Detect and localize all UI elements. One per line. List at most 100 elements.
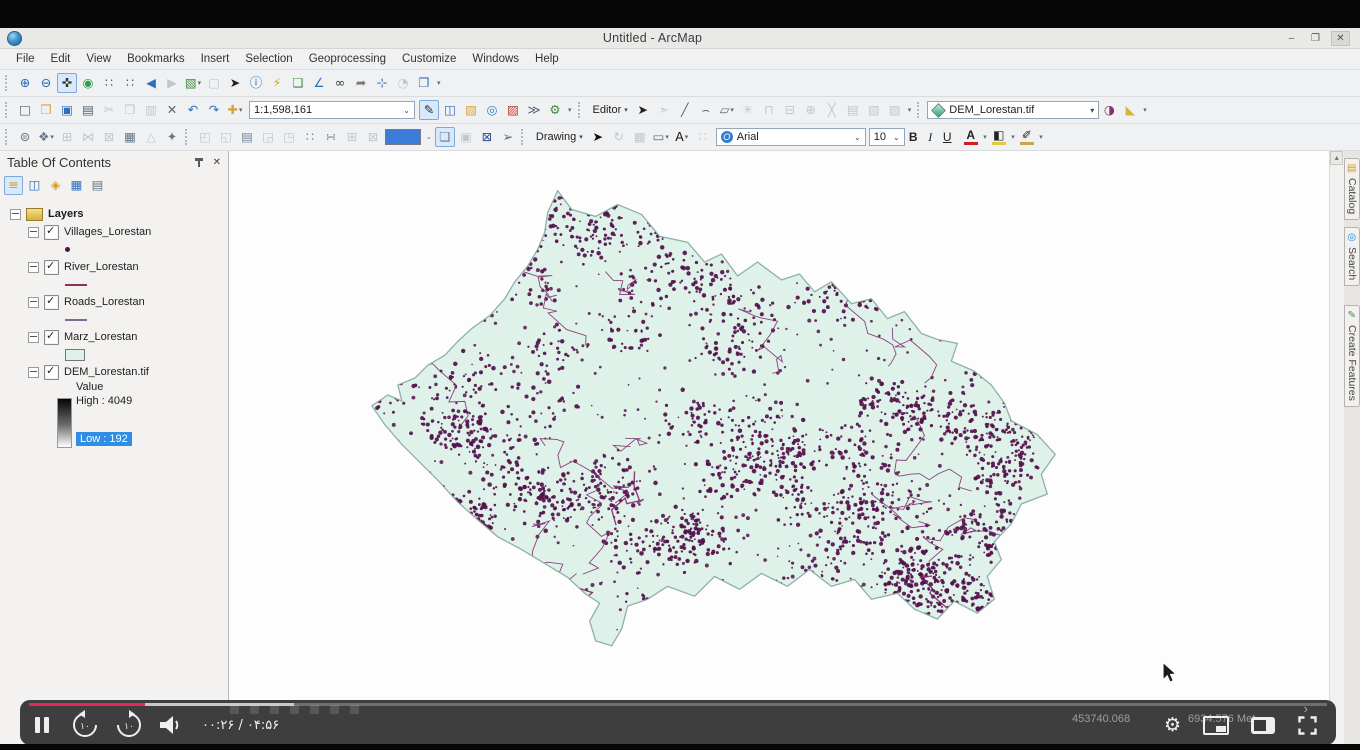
select-elements-tool[interactable]: ➤	[225, 73, 245, 93]
tab-catalog[interactable]: ▤ Catalog	[1344, 158, 1360, 220]
scroll-up-icon[interactable]: ▲	[1330, 151, 1343, 165]
clip-tool-icon[interactable]: ⊠	[99, 127, 119, 147]
join-tool-icon[interactable]: ⋈	[78, 127, 98, 147]
underline-button[interactable]: U	[939, 128, 956, 146]
split-tool[interactable]: ╳	[822, 100, 842, 120]
expander-icon[interactable]	[28, 367, 39, 378]
clear-selection-tool[interactable]: ▢	[204, 73, 224, 93]
volume-button[interactable]	[158, 714, 184, 736]
toolbar-grip[interactable]	[917, 102, 923, 118]
italic-button[interactable]: I	[922, 128, 939, 146]
font-combobox[interactable]: O Arial ⌄	[716, 128, 866, 146]
rotate-tool[interactable]: ⊕	[801, 100, 821, 120]
point-symbol[interactable]	[65, 247, 70, 252]
next-extent-tool[interactable]: ▶	[162, 73, 182, 93]
select-features-tool[interactable]: ▧	[183, 73, 203, 93]
effects-swipe-button[interactable]: ◣	[1120, 100, 1140, 120]
zoom-in-tool[interactable]: ⊕	[15, 73, 35, 93]
reshape-tool[interactable]: ⊓	[759, 100, 779, 120]
print-button[interactable]: ▤	[78, 100, 98, 120]
redo-button[interactable]: ↷	[204, 100, 224, 120]
spark-tool-icon[interactable]: ✦	[162, 127, 182, 147]
toolbar-overflow-icon[interactable]: ▾	[568, 106, 572, 114]
html-popup-tool[interactable]: ❏	[288, 73, 308, 93]
layer-visibility-checkbox[interactable]	[44, 260, 59, 275]
layout-grid-icon[interactable]: ▤	[237, 127, 257, 147]
layer-stack-icon[interactable]: ❖	[36, 127, 56, 147]
list-by-selection-button[interactable]: ▦	[67, 176, 86, 195]
remove-grid-icon[interactable]: ⊠	[363, 127, 383, 147]
menu-item[interactable]: Windows	[464, 51, 527, 67]
go-to-xy-tool[interactable]: ⊹	[372, 73, 392, 93]
zoom-out-tool[interactable]: ⊖	[36, 73, 56, 93]
pan-tool[interactable]: ✜	[57, 73, 77, 93]
layers-root-label[interactable]: Layers	[48, 208, 83, 220]
hyperlink-tool[interactable]: ⚡	[267, 73, 287, 93]
previous-extent-tool[interactable]: ◀	[141, 73, 161, 93]
edit-annotation-tool[interactable]: ➣	[654, 100, 674, 120]
snap-mid-icon[interactable]: ◲	[258, 127, 278, 147]
fill-color-button[interactable]: ◧	[990, 128, 1008, 146]
toolbar-overflow-icon[interactable]: ▾	[437, 79, 441, 87]
snap-end-icon[interactable]: ◳	[279, 127, 299, 147]
georeferencing-icon[interactable]: ⊜	[15, 127, 35, 147]
viewer-window-tool[interactable]: ❐	[414, 73, 434, 93]
layer-name[interactable]: Roads_Lorestan	[64, 296, 145, 308]
bold-button[interactable]: B	[905, 128, 922, 146]
python-window-button[interactable]: ≫	[524, 100, 544, 120]
menu-item[interactable]: File	[8, 51, 43, 67]
model-builder-button[interactable]: ⚙	[545, 100, 565, 120]
drawing-menu-button[interactable]: Drawing▾	[531, 131, 588, 143]
frame-tool-icon[interactable]: ▣	[456, 127, 476, 147]
menu-item[interactable]: Help	[527, 51, 567, 67]
snap-edge-icon[interactable]: ◱	[216, 127, 236, 147]
full-extent-tool[interactable]: ◉	[78, 73, 98, 93]
cut-button[interactable]: ✂	[99, 100, 119, 120]
layer-name[interactable]: Marz_Lorestan	[64, 331, 137, 343]
edit-tool[interactable]: ➤	[633, 100, 653, 120]
forward-10-button[interactable]: ۱۰	[114, 710, 144, 740]
list-by-visibility-button[interactable]: ◈	[46, 176, 65, 195]
color-swatch[interactable]	[385, 129, 421, 145]
cut-polygons-tool[interactable]: ⊟	[780, 100, 800, 120]
layer-visibility-checkbox[interactable]	[44, 295, 59, 310]
create-features-window-button[interactable]: ▨	[885, 100, 905, 120]
layer-visibility-checkbox[interactable]	[44, 330, 59, 345]
layer-name[interactable]: Villages_Lorestan	[64, 226, 151, 238]
menu-item[interactable]: Edit	[43, 51, 79, 67]
ungroup-button[interactable]: ▦	[630, 127, 650, 147]
arrow-tool-icon[interactable]: ➢	[498, 127, 518, 147]
new-map-button[interactable]: □	[15, 100, 35, 120]
layer-name[interactable]: DEM_Lorestan.tif	[64, 366, 149, 378]
save-map-button[interactable]: ▣	[57, 100, 77, 120]
straight-segment-tool[interactable]: ╱	[675, 100, 695, 120]
matrix-tool-icon[interactable]: ▦	[120, 127, 140, 147]
font-size-combobox[interactable]: 10 ⌄	[869, 128, 905, 146]
feature-template-tool[interactable]: ▱	[717, 100, 737, 120]
pause-button[interactable]	[34, 716, 50, 734]
list-by-drawing-order-button[interactable]: ≡	[4, 176, 23, 195]
vertical-scrollbar[interactable]: ▲	[1329, 151, 1344, 744]
copy-button[interactable]: ❐	[120, 100, 140, 120]
menu-item[interactable]: Bookmarks	[119, 51, 193, 67]
tab-create-features[interactable]: ✎ Create Features	[1344, 305, 1360, 407]
line-symbol[interactable]	[65, 319, 87, 321]
attributes-window-button[interactable]: ▤	[843, 100, 863, 120]
lock-tool-icon[interactable]: ⊠	[477, 127, 497, 147]
measure-tool[interactable]: ∠	[309, 73, 329, 93]
select-elements-button[interactable]: ➤	[588, 127, 608, 147]
fixed-zoom-out-tool[interactable]: ∷	[120, 73, 140, 93]
minimize-button[interactable]: –	[1283, 32, 1300, 45]
close-button[interactable]: ✕	[1331, 31, 1350, 46]
menu-item[interactable]: Customize	[394, 51, 464, 67]
toolbar-grip[interactable]	[5, 102, 11, 118]
menu-item[interactable]: Selection	[237, 51, 300, 67]
toc-options-button[interactable]: ▤	[88, 176, 107, 195]
open-map-button[interactable]: ❒	[36, 100, 56, 120]
toolbar-overflow-icon[interactable]: ▾	[908, 106, 912, 114]
scale-combobox[interactable]: 1:1,598,161 ⌄	[249, 101, 415, 119]
search-window-button[interactable]: ◎	[482, 100, 502, 120]
rectangle-tool-button[interactable]: ▭	[651, 127, 671, 147]
toolbar-grip[interactable]	[5, 129, 11, 145]
menu-item[interactable]: Geoprocessing	[301, 51, 394, 67]
